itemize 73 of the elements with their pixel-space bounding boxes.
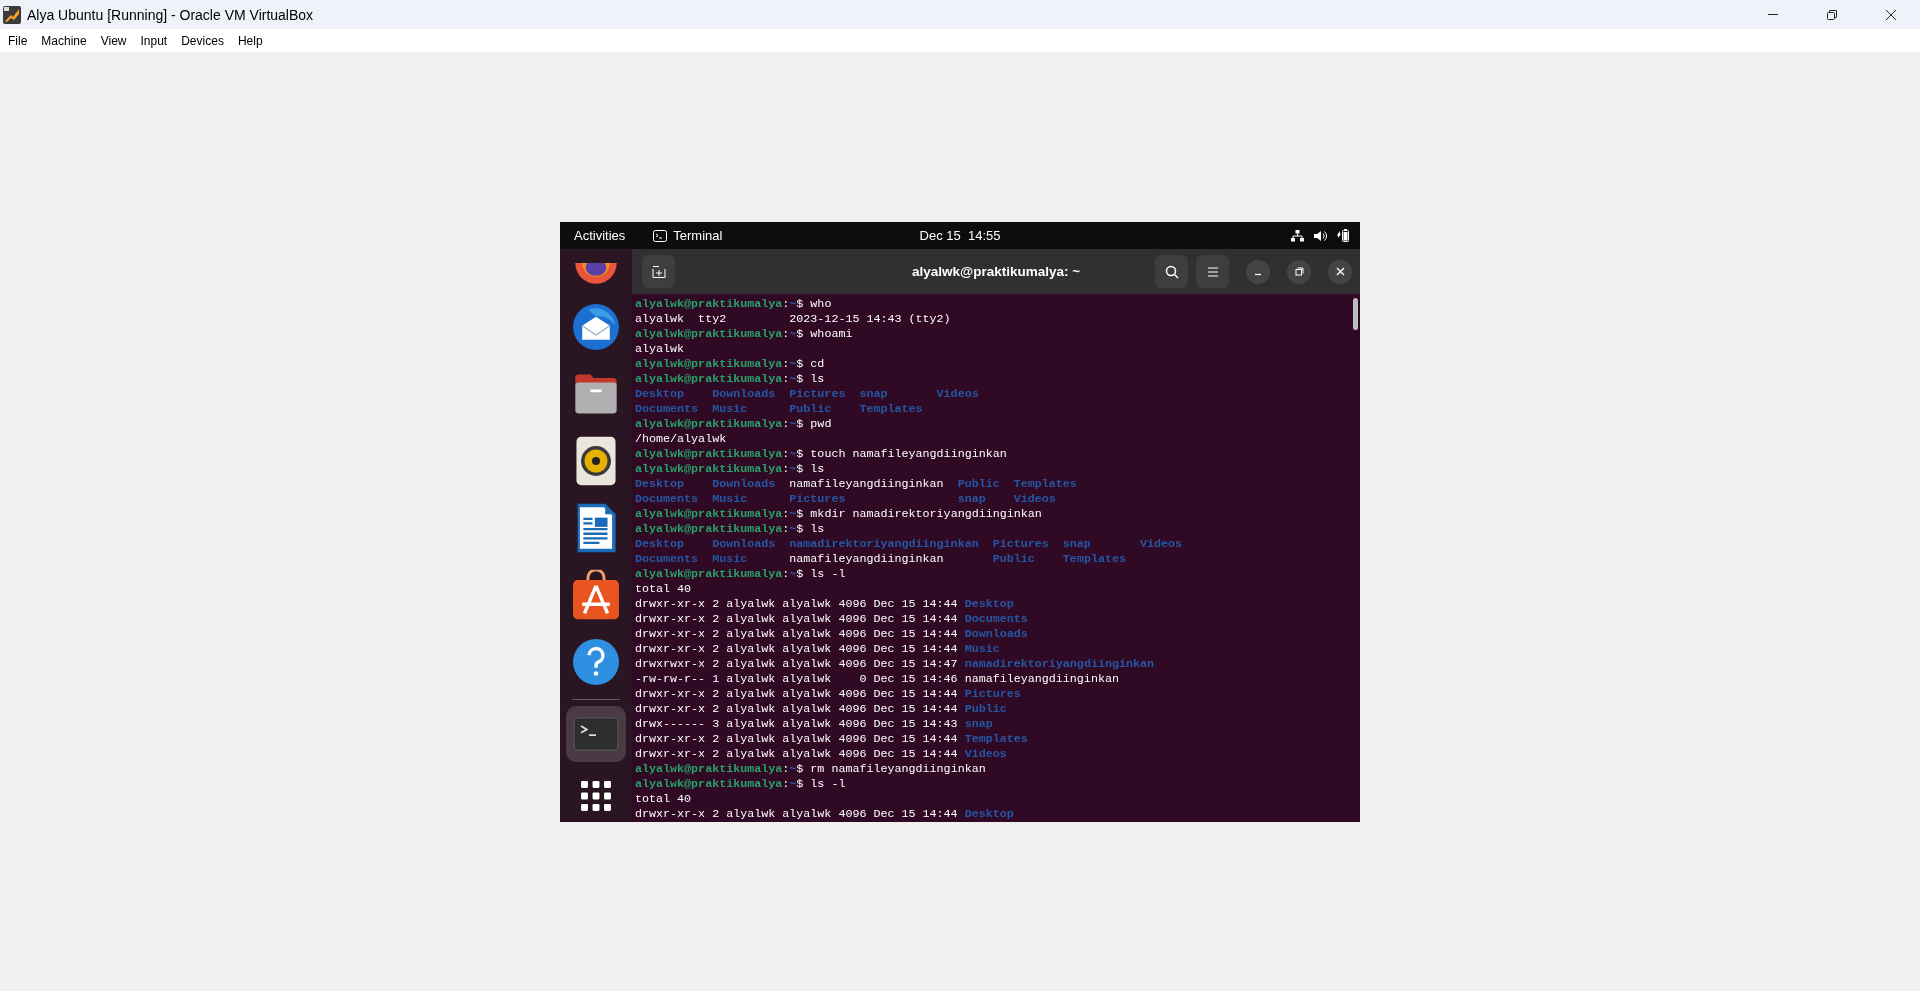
close-button[interactable]	[1328, 259, 1352, 284]
clock[interactable]: Dec 15 14:55	[919, 228, 1001, 243]
output-line: drwxr-xr-x 2 alyalwk alyalwk 4096 Dec 15 14:44 Documents	[635, 612, 1028, 627]
menu-item[interactable]: Machine	[34, 31, 94, 50]
command-line: alyalwk@praktikumalya:~$ whoami	[635, 327, 853, 342]
menu-item[interactable]: File	[1, 31, 35, 50]
close-icon	[1884, 8, 1897, 21]
mail-bird-icon	[571, 302, 621, 351]
terminal-title: alyalwk@praktikumalya: ~	[911, 264, 1081, 279]
command-line: alyalwk@praktikumalya:~$ ls	[635, 522, 825, 537]
shopping-bag-icon	[571, 569, 621, 620]
menu-item[interactable]: View	[93, 31, 134, 50]
output-line: drwxr-xr-x 2 alyalwk alyalwk 4096 Dec 15 14:44 Public	[635, 702, 1007, 717]
help-icon	[571, 637, 621, 686]
output-line: total 40	[635, 792, 692, 807]
volume-icon[interactable]	[1314, 229, 1327, 242]
restore-icon	[1825, 8, 1838, 21]
speaker-icon	[575, 435, 617, 486]
output-line: drwxr-xr-x 2 alyalwk alyalwk 4096 Dec 15 14:44 Pictures	[635, 687, 1021, 702]
search-icon	[1164, 264, 1179, 279]
new-tab-button[interactable]	[642, 255, 675, 288]
output-line: Documents Music Pictures snap Videos	[635, 492, 1056, 507]
output-line: /home/alyalwk	[635, 432, 727, 447]
command-line: alyalwk@praktikumalya:~$ ls -l	[635, 567, 846, 582]
close-icon	[1335, 267, 1345, 276]
scrollbar-thumb[interactable]	[1352, 298, 1358, 330]
network-icon[interactable]	[1291, 229, 1304, 242]
command-line: alyalwk@praktikumalya:~$ ls	[635, 372, 825, 387]
app-menu-label[interactable]: Terminal	[673, 228, 723, 243]
menu-button[interactable]	[1196, 255, 1229, 288]
output-line: drwxr-xr-x 2 alyalwk alyalwk 4096 Dec 15 14:44 Videos	[635, 747, 1007, 762]
output-line: alyalwk tty2 2023-12-15 14:43 (tty2)	[635, 312, 951, 327]
output-line: alyalwk	[635, 342, 685, 357]
output-line: drwxr-xr-x 2 alyalwk alyalwk 4096 Dec 15 14:44 Desktop	[635, 807, 1014, 822]
menu-item[interactable]: Help	[230, 31, 270, 50]
command-line: alyalwk@praktikumalya:~$ ls -l	[635, 777, 846, 792]
output-line: total 40	[635, 582, 692, 597]
maximize-button[interactable]	[1287, 259, 1311, 284]
output-line: Desktop Downloads namafileyangdiinginkan Public Templates	[635, 477, 1077, 492]
command-line: alyalwk@praktikumalya:~$ ls	[635, 462, 825, 477]
document-icon	[575, 502, 617, 553]
activities-button[interactable]: Activities	[574, 228, 626, 243]
command-line: alyalwk@praktikumalya:~$ mkdir namadirektoriyangdiinginkan	[635, 507, 1042, 522]
output-line: drwxr-xr-x 2 alyalwk alyalwk 4096 Dec 15 14:44 Desktop	[635, 597, 1014, 612]
battery-icon[interactable]	[1337, 229, 1350, 242]
output-line: Desktop Downloads Pictures snap Videos	[635, 387, 979, 402]
output-line: drwx------ 3 alyalwk alyalwk 4096 Dec 15 14:43 snap	[635, 717, 993, 732]
menu-icon	[1206, 266, 1219, 277]
minimize-icon	[1767, 14, 1778, 15]
search-button[interactable]	[1155, 255, 1188, 288]
command-line: alyalwk@praktikumalya:~$ rm namafileyangdiinginkan	[635, 762, 986, 777]
app-grid-icon	[579, 779, 613, 812]
terminal-icon	[653, 229, 668, 242]
command-line: alyalwk@praktikumalya:~$ cd	[635, 357, 825, 372]
output-line: Documents Music Public Templates	[635, 402, 923, 417]
terminal-icon	[573, 716, 619, 752]
folder-icon	[573, 372, 619, 415]
menu-item[interactable]: Devices	[174, 31, 231, 50]
menu-item[interactable]: Input	[133, 31, 175, 50]
command-line: alyalwk@praktikumalya:~$ pwd	[635, 417, 832, 432]
output-line: -rw-rw-r-- 1 alyalwk alyalwk 0 Dec 15 14:46 namafileyangdiinginkan	[635, 672, 1119, 687]
window-title: Alya Ubuntu [Running] - Oracle VM VirtualBox	[27, 6, 315, 23]
output-line: drwxrwxr-x 2 alyalwk alyalwk 4096 Dec 15 14:47 namadirektoriyangdiinginkan	[635, 657, 1155, 672]
app-logo-icon	[2, 4, 22, 25]
output-line: drwxr-xr-x 2 alyalwk alyalwk 4096 Dec 15 14:44 Templates	[635, 732, 1028, 747]
output-line: Documents Music namafileyangdiinginkan Public Templates	[635, 552, 1126, 567]
new-tab-icon	[651, 264, 666, 279]
output-line: Desktop Downloads namadirektoriyangdiinginkan Pictures snap Videos	[635, 537, 1183, 552]
output-line: drwxr-xr-x 2 alyalwk alyalwk 4096 Dec 15 14:44 Downloads	[635, 627, 1028, 642]
command-line: alyalwk@praktikumalya:~$ who	[635, 297, 832, 312]
maximize-icon	[1294, 267, 1304, 276]
output-line: drwxr-xr-x 2 alyalwk alyalwk 4096 Dec 15 14:44 Music	[635, 642, 1000, 657]
command-line: alyalwk@praktikumalya:~$ touch namafileyangdiinginkan	[635, 447, 1007, 462]
